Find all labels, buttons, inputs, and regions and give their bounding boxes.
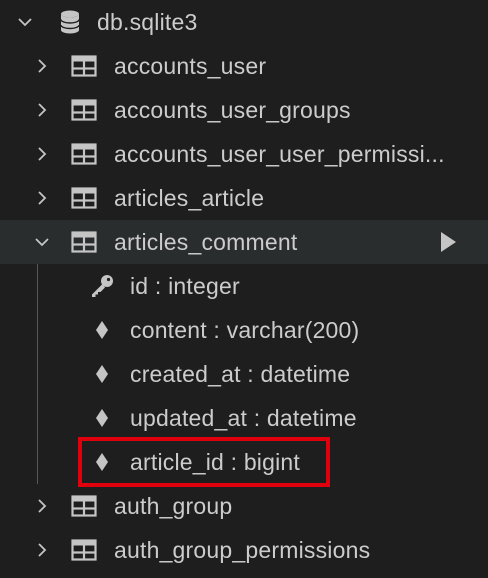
tree-item-column[interactable]: content : varchar(200) xyxy=(0,308,488,352)
chevron-down-icon[interactable] xyxy=(15,12,35,32)
tree-item-table-expanded[interactable]: articles_comment xyxy=(0,220,488,264)
tree-item-column[interactable]: updated_at : datetime xyxy=(0,396,488,440)
tree-item-database[interactable]: db.sqlite3 xyxy=(0,0,488,44)
table-icon xyxy=(70,140,98,168)
table-icon xyxy=(70,52,98,80)
table-label: articles_article xyxy=(114,185,265,211)
chevron-right-icon[interactable] xyxy=(32,540,52,560)
tree-item-table[interactable]: accounts_user_groups xyxy=(0,88,488,132)
database-label: db.sqlite3 xyxy=(97,9,198,35)
table-icon xyxy=(70,228,98,256)
table-icon xyxy=(70,536,98,564)
table-label: accounts_user_user_permissi... xyxy=(114,141,445,167)
table-label: accounts_user xyxy=(114,53,267,79)
table-label: accounts_user_groups xyxy=(114,97,351,123)
chevron-right-icon[interactable] xyxy=(32,144,52,164)
table-icon xyxy=(70,96,98,124)
chevron-right-icon[interactable] xyxy=(32,496,52,516)
table-icon xyxy=(70,184,98,212)
diamond-icon xyxy=(88,316,116,344)
chevron-down-icon[interactable] xyxy=(32,232,52,252)
play-icon[interactable] xyxy=(438,230,458,254)
table-icon xyxy=(70,492,98,520)
highlight-box xyxy=(78,437,330,487)
tree-item-table[interactable]: accounts_user xyxy=(0,44,488,88)
diamond-icon xyxy=(88,360,116,388)
tree-item-column[interactable]: created_at : datetime xyxy=(0,352,488,396)
tree-item-table[interactable]: accounts_user_user_permissi... xyxy=(0,132,488,176)
tree-item-table[interactable]: articles_article xyxy=(0,176,488,220)
database-icon xyxy=(56,8,84,36)
tree-item-column[interactable]: id : integer xyxy=(0,264,488,308)
tree-item-table[interactable]: auth_group xyxy=(0,484,488,528)
column-label: content : varchar(200) xyxy=(130,317,360,343)
column-label: updated_at : datetime xyxy=(130,405,357,431)
chevron-right-icon[interactable] xyxy=(32,100,52,120)
diamond-icon xyxy=(88,404,116,432)
tree-item-table[interactable]: auth_group_permissions xyxy=(0,528,488,572)
column-label: id : integer xyxy=(130,273,240,299)
table-label: articles_comment xyxy=(114,229,298,255)
table-label: auth_group_permissions xyxy=(114,537,371,563)
chevron-right-icon[interactable] xyxy=(32,56,52,76)
key-icon xyxy=(88,272,116,300)
chevron-right-icon[interactable] xyxy=(32,188,52,208)
table-label: auth_group xyxy=(114,493,233,519)
column-label: created_at : datetime xyxy=(130,361,351,387)
sqlite-explorer-tree: db.sqlite3 accounts_user accounts_user_g… xyxy=(0,0,488,578)
